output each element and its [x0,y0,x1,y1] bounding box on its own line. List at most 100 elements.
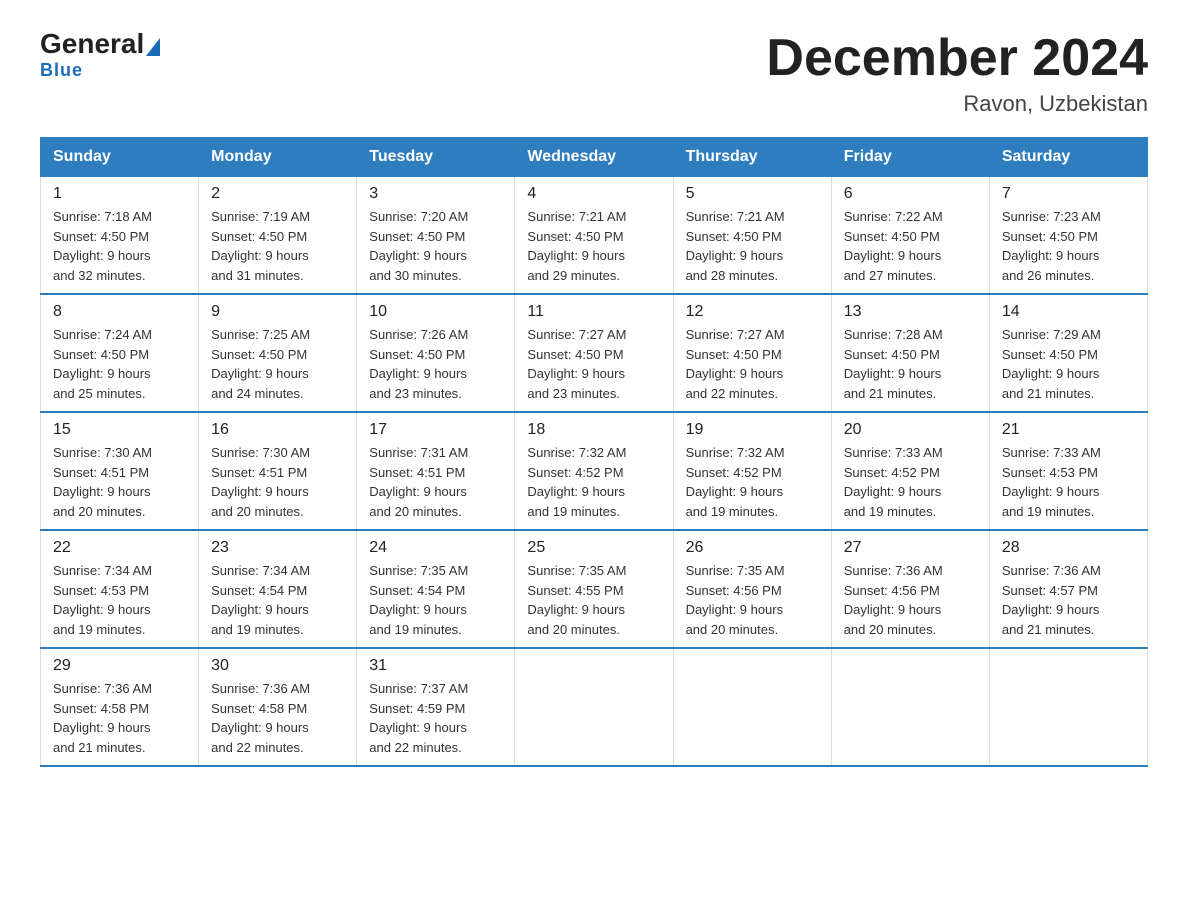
day-number: 16 [211,421,344,439]
calendar-cell: 5 Sunrise: 7:21 AM Sunset: 4:50 PM Dayli… [673,177,831,295]
logo-blue-text: Blue [40,60,83,81]
day-info: Sunrise: 7:20 AM Sunset: 4:50 PM Dayligh… [369,207,502,285]
day-number: 21 [1002,421,1135,439]
day-number: 26 [686,539,819,557]
calendar-cell: 18 Sunrise: 7:32 AM Sunset: 4:52 PM Dayl… [515,412,673,530]
day-info: Sunrise: 7:36 AM Sunset: 4:58 PM Dayligh… [211,679,344,757]
logo: General Blue [40,30,160,81]
day-info: Sunrise: 7:26 AM Sunset: 4:50 PM Dayligh… [369,325,502,403]
day-info: Sunrise: 7:31 AM Sunset: 4:51 PM Dayligh… [369,443,502,521]
day-info: Sunrise: 7:21 AM Sunset: 4:50 PM Dayligh… [527,207,660,285]
day-info: Sunrise: 7:28 AM Sunset: 4:50 PM Dayligh… [844,325,977,403]
day-info: Sunrise: 7:35 AM Sunset: 4:54 PM Dayligh… [369,561,502,639]
calendar-cell: 28 Sunrise: 7:36 AM Sunset: 4:57 PM Dayl… [989,530,1147,648]
calendar-cell [831,648,989,766]
calendar-header-row: SundayMondayTuesdayWednesdayThursdayFrid… [41,138,1148,177]
calendar-cell: 21 Sunrise: 7:33 AM Sunset: 4:53 PM Dayl… [989,412,1147,530]
day-info: Sunrise: 7:24 AM Sunset: 4:50 PM Dayligh… [53,325,186,403]
day-info: Sunrise: 7:34 AM Sunset: 4:53 PM Dayligh… [53,561,186,639]
calendar-cell [515,648,673,766]
header-thursday: Thursday [673,138,831,177]
calendar-cell: 25 Sunrise: 7:35 AM Sunset: 4:55 PM Dayl… [515,530,673,648]
day-info: Sunrise: 7:19 AM Sunset: 4:50 PM Dayligh… [211,207,344,285]
day-info: Sunrise: 7:36 AM Sunset: 4:56 PM Dayligh… [844,561,977,639]
day-number: 23 [211,539,344,557]
day-number: 10 [369,303,502,321]
day-number: 9 [211,303,344,321]
calendar-cell: 15 Sunrise: 7:30 AM Sunset: 4:51 PM Dayl… [41,412,199,530]
day-number: 3 [369,185,502,203]
day-number: 4 [527,185,660,203]
week-row-4: 22 Sunrise: 7:34 AM Sunset: 4:53 PM Dayl… [41,530,1148,648]
day-info: Sunrise: 7:30 AM Sunset: 4:51 PM Dayligh… [211,443,344,521]
calendar-cell: 31 Sunrise: 7:37 AM Sunset: 4:59 PM Dayl… [357,648,515,766]
header-saturday: Saturday [989,138,1147,177]
day-info: Sunrise: 7:21 AM Sunset: 4:50 PM Dayligh… [686,207,819,285]
calendar-cell: 23 Sunrise: 7:34 AM Sunset: 4:54 PM Dayl… [199,530,357,648]
day-number: 24 [369,539,502,557]
day-info: Sunrise: 7:34 AM Sunset: 4:54 PM Dayligh… [211,561,344,639]
calendar-cell: 26 Sunrise: 7:35 AM Sunset: 4:56 PM Dayl… [673,530,831,648]
week-row-2: 8 Sunrise: 7:24 AM Sunset: 4:50 PM Dayli… [41,294,1148,412]
calendar-cell: 20 Sunrise: 7:33 AM Sunset: 4:52 PM Dayl… [831,412,989,530]
calendar-cell: 11 Sunrise: 7:27 AM Sunset: 4:50 PM Dayl… [515,294,673,412]
day-info: Sunrise: 7:23 AM Sunset: 4:50 PM Dayligh… [1002,207,1135,285]
day-number: 5 [686,185,819,203]
calendar-cell: 13 Sunrise: 7:28 AM Sunset: 4:50 PM Dayl… [831,294,989,412]
header-monday: Monday [199,138,357,177]
header-sunday: Sunday [41,138,199,177]
calendar-cell: 3 Sunrise: 7:20 AM Sunset: 4:50 PM Dayli… [357,177,515,295]
calendar-cell: 4 Sunrise: 7:21 AM Sunset: 4:50 PM Dayli… [515,177,673,295]
calendar-cell: 6 Sunrise: 7:22 AM Sunset: 4:50 PM Dayli… [831,177,989,295]
calendar-table: SundayMondayTuesdayWednesdayThursdayFrid… [40,137,1148,767]
day-number: 22 [53,539,186,557]
calendar-cell: 19 Sunrise: 7:32 AM Sunset: 4:52 PM Dayl… [673,412,831,530]
calendar-cell: 29 Sunrise: 7:36 AM Sunset: 4:58 PM Dayl… [41,648,199,766]
week-row-1: 1 Sunrise: 7:18 AM Sunset: 4:50 PM Dayli… [41,177,1148,295]
day-number: 15 [53,421,186,439]
calendar-cell: 8 Sunrise: 7:24 AM Sunset: 4:50 PM Dayli… [41,294,199,412]
day-number: 18 [527,421,660,439]
calendar-cell: 30 Sunrise: 7:36 AM Sunset: 4:58 PM Dayl… [199,648,357,766]
title-section: December 2024 Ravon, Uzbekistan [766,30,1148,117]
day-number: 31 [369,657,502,675]
day-info: Sunrise: 7:37 AM Sunset: 4:59 PM Dayligh… [369,679,502,757]
day-info: Sunrise: 7:22 AM Sunset: 4:50 PM Dayligh… [844,207,977,285]
day-number: 1 [53,185,186,203]
calendar-cell: 17 Sunrise: 7:31 AM Sunset: 4:51 PM Dayl… [357,412,515,530]
logo-triangle-icon [146,38,160,56]
day-number: 6 [844,185,977,203]
day-number: 14 [1002,303,1135,321]
day-info: Sunrise: 7:35 AM Sunset: 4:56 PM Dayligh… [686,561,819,639]
day-number: 12 [686,303,819,321]
header-tuesday: Tuesday [357,138,515,177]
day-number: 13 [844,303,977,321]
day-info: Sunrise: 7:33 AM Sunset: 4:52 PM Dayligh… [844,443,977,521]
day-number: 27 [844,539,977,557]
day-number: 28 [1002,539,1135,557]
day-info: Sunrise: 7:30 AM Sunset: 4:51 PM Dayligh… [53,443,186,521]
calendar-cell: 27 Sunrise: 7:36 AM Sunset: 4:56 PM Dayl… [831,530,989,648]
header-friday: Friday [831,138,989,177]
calendar-cell: 1 Sunrise: 7:18 AM Sunset: 4:50 PM Dayli… [41,177,199,295]
calendar-cell: 14 Sunrise: 7:29 AM Sunset: 4:50 PM Dayl… [989,294,1147,412]
day-info: Sunrise: 7:35 AM Sunset: 4:55 PM Dayligh… [527,561,660,639]
calendar-cell: 10 Sunrise: 7:26 AM Sunset: 4:50 PM Dayl… [357,294,515,412]
day-info: Sunrise: 7:29 AM Sunset: 4:50 PM Dayligh… [1002,325,1135,403]
day-number: 20 [844,421,977,439]
calendar-cell: 2 Sunrise: 7:19 AM Sunset: 4:50 PM Dayli… [199,177,357,295]
day-number: 7 [1002,185,1135,203]
day-info: Sunrise: 7:32 AM Sunset: 4:52 PM Dayligh… [686,443,819,521]
day-info: Sunrise: 7:25 AM Sunset: 4:50 PM Dayligh… [211,325,344,403]
day-number: 8 [53,303,186,321]
calendar-cell: 9 Sunrise: 7:25 AM Sunset: 4:50 PM Dayli… [199,294,357,412]
day-number: 29 [53,657,186,675]
logo-general-text: General [40,30,144,58]
day-info: Sunrise: 7:27 AM Sunset: 4:50 PM Dayligh… [686,325,819,403]
day-number: 17 [369,421,502,439]
calendar-cell: 24 Sunrise: 7:35 AM Sunset: 4:54 PM Dayl… [357,530,515,648]
day-info: Sunrise: 7:32 AM Sunset: 4:52 PM Dayligh… [527,443,660,521]
calendar-cell: 7 Sunrise: 7:23 AM Sunset: 4:50 PM Dayli… [989,177,1147,295]
day-number: 11 [527,303,660,321]
day-info: Sunrise: 7:36 AM Sunset: 4:58 PM Dayligh… [53,679,186,757]
